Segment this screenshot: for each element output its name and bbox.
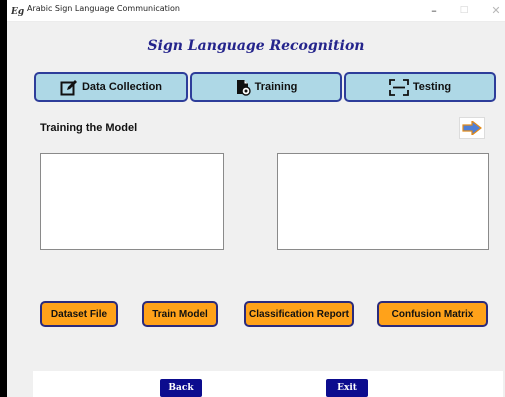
title-bar: Eg Arabic Sign Language Communication – …	[7, 0, 505, 22]
minimize-button[interactable]: –	[419, 0, 449, 21]
back-button[interactable]: Back	[160, 379, 202, 397]
app-logo-icon: Eg	[11, 7, 24, 16]
tab-label: Data Collection	[81, 81, 163, 93]
tab-data-collection[interactable]: Data Collection	[34, 72, 188, 102]
file-settings-icon	[236, 79, 251, 96]
train-model-button[interactable]: Train Model	[142, 301, 218, 327]
next-button[interactable]	[459, 117, 485, 139]
exit-button[interactable]: Exit	[326, 379, 368, 397]
confusion-matrix-button[interactable]: Confusion Matrix	[377, 301, 488, 327]
tab-label: Testing	[412, 81, 452, 93]
edit-icon	[60, 79, 77, 95]
footer-bar	[33, 371, 503, 397]
tab-testing[interactable]: Testing	[344, 72, 496, 102]
close-button[interactable]: ✕	[481, 0, 505, 21]
window-title: Arabic Sign Language Communication	[27, 4, 180, 13]
tab-training[interactable]: Training	[190, 72, 342, 102]
output-panel-left	[40, 153, 224, 250]
scan-icon	[388, 78, 409, 96]
output-panel-right	[277, 153, 489, 250]
section-title: Training the Model	[40, 122, 138, 134]
classification-report-button[interactable]: Classification Report	[244, 301, 354, 327]
dataset-file-button[interactable]: Dataset File	[40, 301, 118, 327]
main-content: Sign Language Recognition Data Collectio…	[7, 22, 505, 397]
tab-label: Training	[254, 81, 298, 93]
app-window: Eg Arabic Sign Language Communication – …	[7, 0, 505, 397]
arrow-right-icon	[462, 121, 482, 135]
page-title: Sign Language Recognition	[147, 38, 365, 54]
svg-text:Eg: Eg	[11, 7, 24, 16]
maximize-button[interactable]: □	[449, 0, 479, 21]
